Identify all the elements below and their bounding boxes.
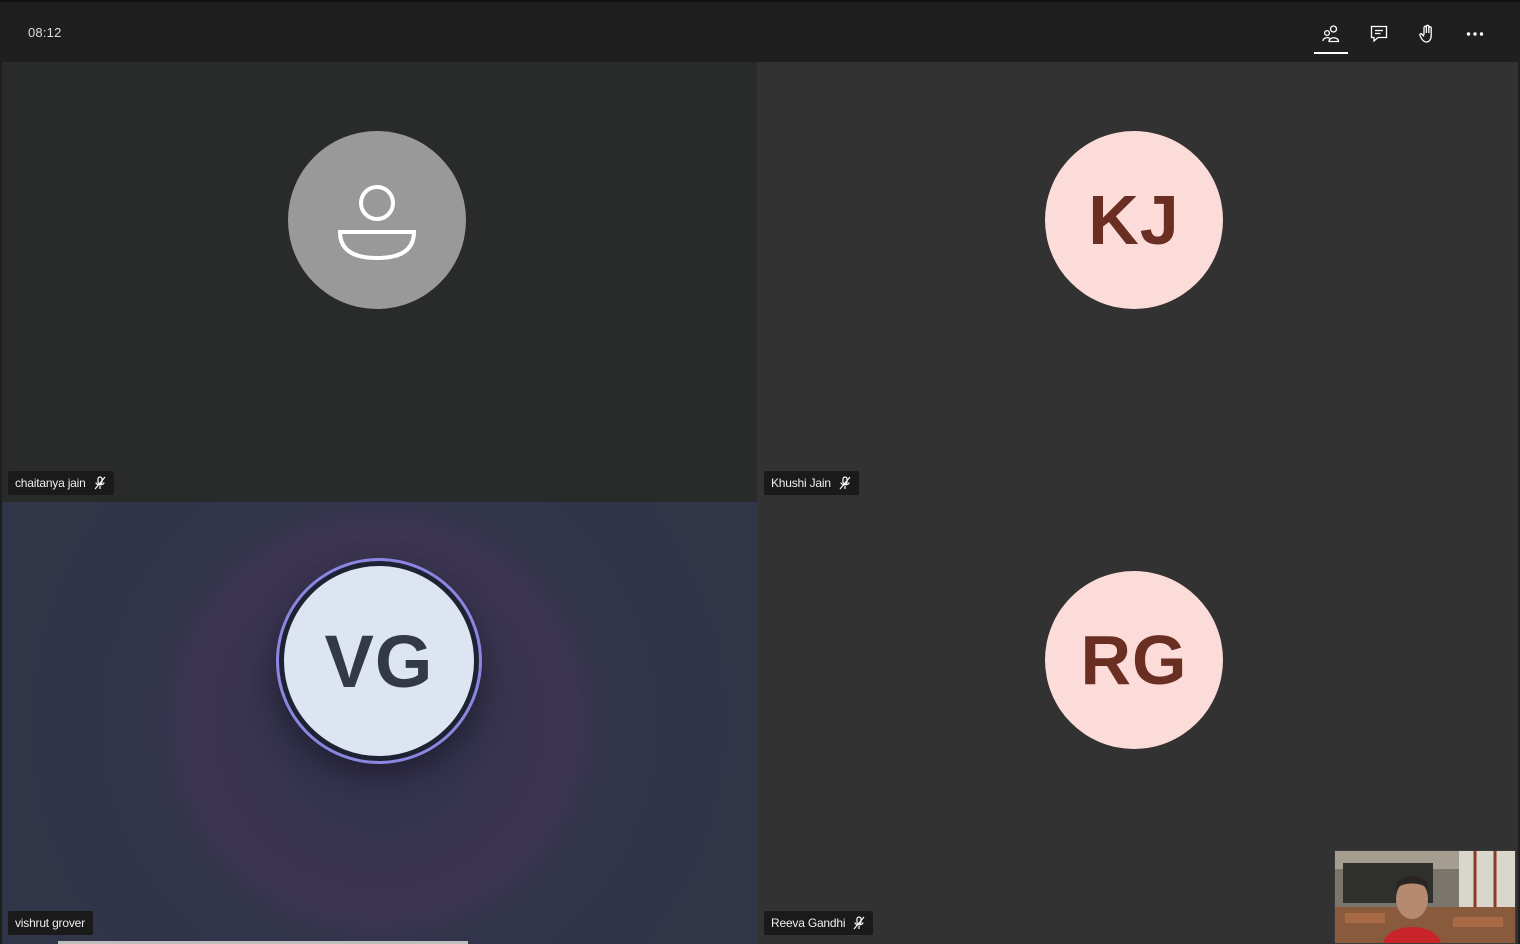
self-video-preview[interactable] (1334, 850, 1516, 944)
participant-name-tag: Khushi Jain (764, 471, 859, 495)
video-grid (2, 62, 1518, 944)
mic-off-icon (839, 476, 851, 490)
avatar: RG (1045, 571, 1223, 749)
participants-button[interactable] (1314, 16, 1348, 54)
generic-person-avatar (288, 131, 466, 309)
meeting-header: 08:12 (0, 0, 1520, 62)
self-video-image (1335, 851, 1515, 943)
participant-name: Khushi Jain (771, 476, 831, 490)
more-options-button[interactable] (1460, 16, 1490, 52)
raise-hand-button[interactable] (1412, 16, 1442, 52)
chat-button[interactable] (1364, 16, 1394, 52)
more-icon (1466, 32, 1484, 36)
avatar-speaking: VG (279, 561, 479, 761)
meeting-timer: 08:12 (28, 25, 62, 40)
participant-name-tag: Reeva Gandhi (764, 911, 874, 935)
generic-person-icon (337, 185, 417, 261)
participant-name: chaitanya jain (15, 476, 86, 490)
participant-name: Reeva Gandhi (771, 916, 846, 930)
hand-icon (1419, 24, 1432, 43)
people-icon (1322, 25, 1340, 43)
participant-name: vishrut grover (15, 916, 85, 930)
participant-name-tag: chaitanya jain (8, 471, 114, 495)
mic-off-icon (853, 916, 865, 930)
participant-name-tag: vishrut grover (8, 911, 93, 935)
chat-icon (1370, 25, 1388, 43)
mic-off-icon (94, 476, 106, 490)
meeting-toolbar (1314, 16, 1490, 54)
avatar: KJ (1045, 131, 1223, 309)
